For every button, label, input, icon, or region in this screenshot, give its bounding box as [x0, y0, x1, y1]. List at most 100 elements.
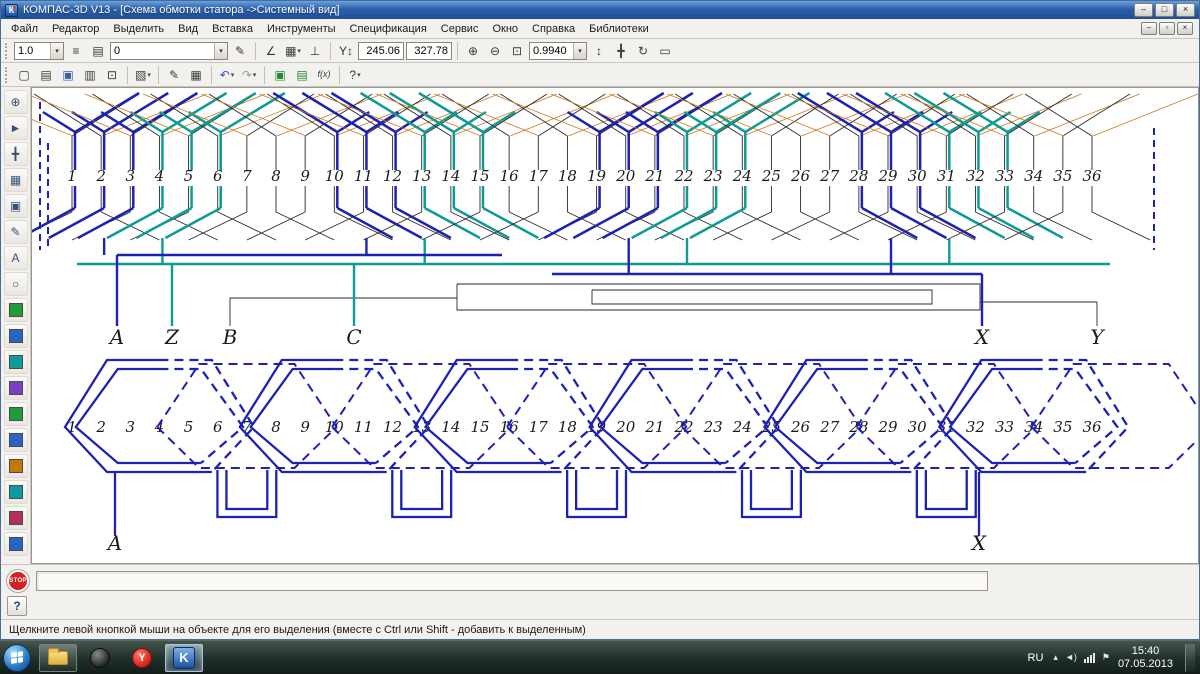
diagram-segment[interactable] — [976, 94, 1081, 136]
help-icon[interactable]: ?▾ — [345, 65, 365, 85]
zoom-in-icon[interactable]: ⊕ — [463, 41, 483, 61]
copy-properties-icon[interactable]: ✎ — [164, 65, 184, 85]
diagram-segment[interactable] — [771, 94, 838, 136]
designations-panel-icon[interactable] — [4, 350, 28, 374]
diagram-segment[interactable] — [43, 112, 75, 132]
diagram-segment[interactable] — [655, 112, 687, 132]
diagram-segment[interactable] — [305, 212, 363, 240]
layer-settings-icon[interactable]: ✎ — [230, 41, 250, 61]
clock[interactable]: 15:40 07.05.2013 — [1118, 645, 1173, 671]
coil-connector[interactable] — [926, 470, 967, 509]
mdi-restore-button[interactable]: ▫ — [1159, 22, 1175, 35]
coil-outline[interactable] — [764, 360, 911, 472]
diagram-segment[interactable] — [1063, 94, 1130, 136]
diagram-segment[interactable] — [49, 208, 104, 238]
parametrization-panel-icon[interactable] — [4, 402, 28, 426]
ortho-mode-icon[interactable]: ⊥ — [305, 41, 325, 61]
coil-outline-dashed[interactable] — [334, 369, 418, 463]
coil-outline-dashed[interactable] — [1032, 364, 1199, 468]
specification-panel-icon[interactable] — [4, 480, 28, 504]
diagram-segment[interactable] — [396, 208, 451, 238]
diagram-segment[interactable] — [632, 208, 687, 238]
diagram-segment[interactable] — [361, 93, 425, 132]
diagram-segment[interactable] — [559, 94, 626, 136]
diagram-segment[interactable] — [792, 94, 859, 136]
pan-icon[interactable]: ╋ — [611, 41, 631, 61]
zoom-spinner-icon[interactable]: ↕ — [589, 41, 609, 61]
menu-item[interactable]: Редактор — [45, 20, 106, 38]
volume-icon[interactable]: ◄) — [1065, 653, 1077, 662]
zoom-out-icon[interactable]: ⊖ — [485, 41, 505, 61]
diagram-segment[interactable] — [830, 212, 888, 240]
selection-panel-icon[interactable] — [4, 454, 28, 478]
snap-tool-icon[interactable]: ▣ — [4, 194, 28, 218]
diagram-segment[interactable] — [1092, 212, 1150, 240]
menu-item[interactable]: Выделить — [106, 20, 171, 38]
pencil-tool-icon[interactable]: ✎ — [4, 220, 28, 244]
diagram-segment[interactable] — [130, 112, 162, 132]
diagram-segment[interactable] — [160, 112, 192, 132]
coil-outline[interactable] — [939, 360, 1086, 472]
coil-outline[interactable] — [65, 360, 212, 472]
toolbox-icon[interactable]: ▤ — [292, 65, 312, 85]
save-document-icon[interactable]: ▣ — [58, 65, 78, 85]
language-indicator[interactable]: RU — [1026, 652, 1046, 664]
angle-snap-icon[interactable]: ∠ — [261, 41, 281, 61]
zoom-scale-combo[interactable]: 0.9940▾ — [529, 42, 587, 60]
coil-connector[interactable] — [401, 470, 442, 509]
menu-item[interactable]: Инструменты — [260, 20, 343, 38]
diagram-segment[interactable] — [771, 212, 829, 240]
refresh-view-icon[interactable]: ↻ — [633, 41, 653, 61]
dropdown-arrow-icon[interactable]: ▾ — [573, 43, 586, 59]
diagram-segment[interactable] — [302, 93, 366, 132]
diagram-segment[interactable] — [165, 208, 220, 238]
diagram-segment[interactable] — [568, 112, 600, 132]
stop-icon[interactable]: STOP — [7, 570, 29, 592]
diagram-segment[interactable] — [267, 94, 334, 136]
minimize-button[interactable]: – — [1134, 3, 1153, 17]
diagram-segment[interactable] — [72, 112, 104, 132]
undo-icon[interactable]: ↶▾ — [217, 65, 237, 85]
menu-item[interactable]: Вставка — [205, 20, 260, 38]
diagram-segment[interactable] — [480, 94, 547, 136]
show-desktop-button[interactable] — [1185, 644, 1195, 672]
coil-outline[interactable] — [240, 360, 387, 472]
coil-outline-dashed[interactable] — [159, 369, 243, 463]
browser-taskbar-button[interactable] — [81, 644, 119, 672]
dropdown-arrow-icon[interactable]: ▾ — [297, 47, 301, 55]
phase-bus[interactable] — [592, 290, 932, 304]
clipboard-icon[interactable]: ▦ — [186, 65, 206, 85]
redo-icon[interactable]: ↷▾ — [239, 65, 259, 85]
menu-item[interactable]: Спецификация — [343, 20, 434, 38]
diagram-segment[interactable] — [218, 212, 276, 240]
show-all-icon[interactable]: ▭ — [655, 41, 675, 61]
diagram-segment[interactable] — [920, 208, 975, 238]
diagram-segment[interactable] — [337, 208, 392, 238]
yandex-taskbar-button[interactable]: Y — [123, 644, 161, 672]
diagram-segment[interactable] — [713, 112, 745, 132]
text-tool-icon[interactable]: А — [4, 246, 28, 270]
coil-outline[interactable] — [415, 360, 562, 472]
coil-outline-dashed[interactable] — [684, 369, 768, 463]
coil-outline-dashed[interactable] — [859, 369, 943, 463]
diagram-segment[interactable] — [943, 93, 1007, 132]
toolbar-grip[interactable] — [5, 67, 8, 83]
diagram-segment[interactable] — [107, 208, 162, 238]
coord-x-field[interactable]: 245.06 — [358, 42, 404, 60]
coil-outline-dashed[interactable] — [1034, 369, 1118, 463]
select-tool-icon[interactable]: ► — [4, 116, 28, 140]
diagram-segment[interactable] — [885, 93, 949, 132]
print-icon[interactable]: ▥ — [80, 65, 100, 85]
diagram-segment[interactable] — [690, 208, 745, 238]
circle-tool-icon[interactable]: ○ — [4, 272, 28, 296]
diagram-segment[interactable] — [101, 112, 133, 132]
winding-diagram[interactable]: 1122334455667788991010111112121313141415… — [32, 88, 1199, 564]
dropdown-arrow-icon[interactable]: ▾ — [253, 71, 257, 79]
close-button[interactable]: × — [1176, 3, 1195, 17]
insert-panel-icon[interactable] — [4, 532, 28, 556]
diagram-segment[interactable] — [247, 212, 305, 240]
variables-icon[interactable]: f(x) — [314, 65, 334, 85]
menu-item[interactable]: Сервис — [434, 20, 486, 38]
diagram-segment[interactable] — [862, 208, 917, 238]
diagram-segment[interactable] — [742, 212, 800, 240]
